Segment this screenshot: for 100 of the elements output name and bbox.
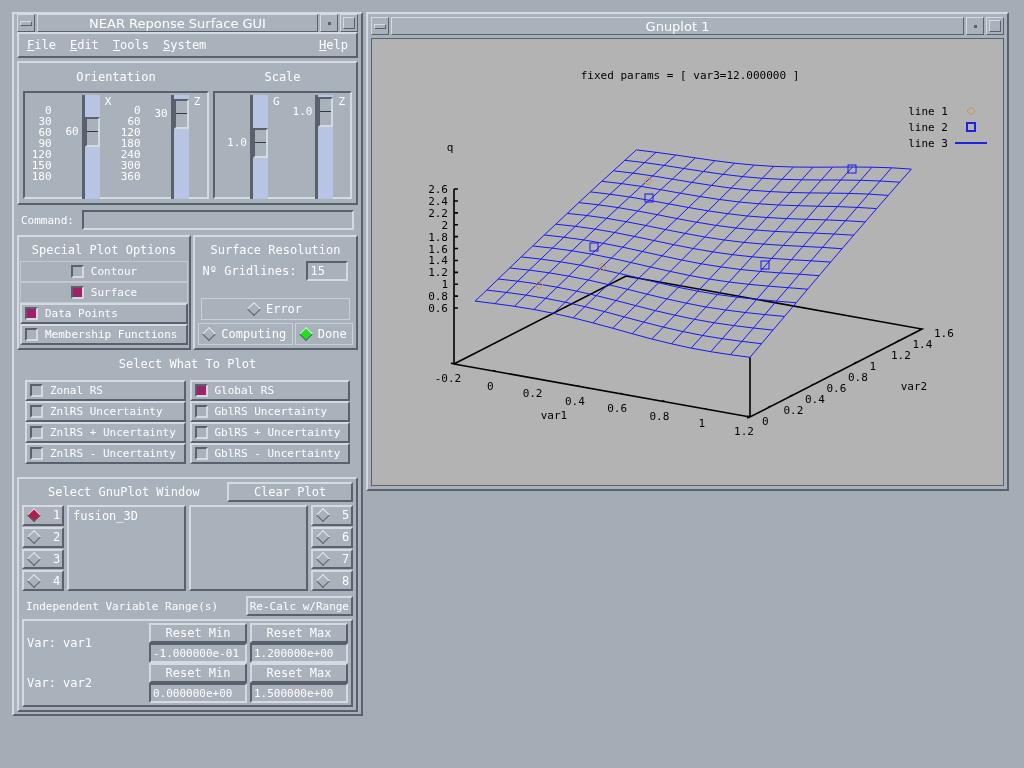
recalc-button[interactable]: Re-Calc w/Range: [245, 596, 353, 616]
legend-label: line 1: [908, 105, 948, 118]
checkbox[interactable]: [194, 426, 208, 439]
range-max-field[interactable]: 1.500000e+00: [250, 683, 348, 703]
slider-track[interactable]: [170, 95, 189, 199]
slider-track[interactable]: [81, 95, 100, 199]
chart-title: fixed params = [ var3=12.000000 ]: [580, 69, 800, 82]
legend-label: line 3: [908, 137, 948, 150]
axis-tick-label: 0.8: [649, 409, 670, 423]
checkbox-option[interactable]: GblRS + Uncertainty: [189, 422, 350, 443]
reset-max-button[interactable]: Reset Max: [250, 663, 348, 683]
list-box[interactable]: fusion_3D: [67, 505, 186, 591]
list-item[interactable]: fusion_3D: [73, 509, 139, 523]
axis-tick-label: 0: [486, 379, 494, 393]
slider-thumb[interactable]: [173, 99, 189, 130]
axis-label: var2: [900, 380, 928, 393]
axis-tick-label: 2: [441, 218, 448, 232]
variable-label: Var: var1: [27, 636, 94, 650]
checkbox-option[interactable]: Data Points: [20, 303, 188, 324]
scale-tick-label: 120: [120, 127, 141, 138]
menu-item[interactable]: System: [163, 38, 207, 52]
range-min-field[interactable]: -1.000000e-01: [149, 643, 247, 663]
slider-thumb[interactable]: [84, 117, 100, 148]
menu-item[interactable]: File: [27, 38, 56, 52]
checkbox-option[interactable]: GblRS - Uncertainty: [189, 443, 350, 464]
maximize-button[interactable]: [340, 14, 358, 32]
slider-axis-label: Z: [338, 95, 346, 108]
command-label: Command:: [21, 213, 74, 227]
menu-item[interactable]: Edit: [69, 38, 99, 52]
slider-track[interactable]: [249, 95, 268, 199]
scale-tick-label: 180: [120, 138, 141, 149]
checkbox[interactable]: [70, 265, 84, 278]
checkbox-option[interactable]: ZnlRS Uncertainty: [25, 401, 186, 422]
window-radio-button[interactable]: 2: [22, 526, 64, 548]
axis-tick-label: 0.6: [826, 382, 847, 395]
group-title: Scale: [264, 69, 301, 86]
window-radio-button[interactable]: 3: [22, 548, 64, 570]
axis-label: q: [446, 141, 454, 154]
axis-tick-label: 1.2: [891, 349, 911, 362]
menu-item[interactable]: Help: [319, 38, 348, 52]
axis-tick-label: 0.4: [805, 393, 825, 406]
checkbox[interactable]: [194, 405, 208, 418]
menu-item[interactable]: Tools: [112, 38, 149, 52]
checkbox[interactable]: [70, 286, 84, 299]
window-radio-button[interactable]: 5: [311, 505, 353, 526]
status-indicator: Computing: [198, 323, 293, 345]
scale-tick-label: 0: [134, 105, 141, 116]
slider-axis-label: Z: [193, 95, 201, 108]
maximize-button[interactable]: [986, 17, 1004, 35]
slider-axis-label: X: [104, 95, 112, 108]
minimize-button[interactable]: [320, 14, 338, 32]
axis-tick-label: 1.8: [428, 230, 448, 244]
axis-tick-label: 2.6: [428, 183, 448, 197]
checkbox-option[interactable]: Surface: [20, 282, 188, 303]
command-field[interactable]: [82, 210, 354, 230]
minimize-button[interactable]: [966, 17, 984, 35]
checkbox[interactable]: [194, 447, 208, 460]
checkbox-option[interactable]: Membership Functions: [20, 324, 188, 345]
axis-tick-label: 1.6: [428, 242, 448, 256]
slider-value: 1.0: [292, 105, 313, 119]
window-radio-button[interactable]: 1: [22, 505, 64, 526]
checkbox[interactable]: [194, 384, 208, 397]
gridlines-field[interactable]: 15: [306, 261, 349, 281]
slider-track[interactable]: [315, 95, 334, 199]
checkbox-option[interactable]: Contour: [20, 261, 188, 282]
checkbox[interactable]: [25, 307, 38, 320]
axis-tick-label: 0.4: [564, 394, 585, 408]
axis-label: var1: [540, 409, 568, 422]
window-radio-button[interactable]: 4: [22, 570, 64, 591]
axis-tick-label: 1.6: [934, 327, 954, 340]
slider-thumb[interactable]: [318, 97, 334, 128]
range-max-field[interactable]: 1.200000e+00: [250, 643, 348, 663]
checkbox[interactable]: [25, 328, 38, 341]
window-menu-button[interactable]: [371, 17, 389, 35]
window-menu-button[interactable]: [17, 14, 35, 32]
checkbox[interactable]: [30, 426, 43, 439]
checkbox-option[interactable]: Zonal RS: [25, 380, 186, 401]
axis-tick-label: 2.2: [428, 206, 448, 220]
checkbox[interactable]: [30, 447, 43, 460]
scale-tick-label: 300: [120, 160, 141, 171]
checkbox-option[interactable]: ZnlRS + Uncertainty: [25, 422, 186, 443]
section-title: Select What To Plot: [117, 356, 258, 373]
scale-tick-label: 120: [31, 149, 52, 160]
window-radio-button[interactable]: 6: [311, 526, 353, 548]
checkbox-option[interactable]: ZnlRS - Uncertainty: [25, 443, 186, 464]
range-min-field[interactable]: 0.000000e+00: [149, 683, 247, 703]
axis-tick-label: 1.4: [912, 338, 933, 351]
reset-min-button[interactable]: Reset Min: [149, 663, 247, 683]
window-radio-button[interactable]: 7: [311, 548, 353, 570]
slider-thumb[interactable]: [252, 128, 268, 159]
checkbox-option[interactable]: GblRS Uncertainty: [189, 401, 350, 422]
clear-plot-button[interactable]: Clear Plot: [227, 482, 353, 502]
checkbox[interactable]: [30, 405, 43, 418]
checkbox[interactable]: [30, 384, 43, 397]
reset-min-button[interactable]: Reset Min: [149, 623, 247, 643]
checkbox-option[interactable]: Global RS: [189, 380, 350, 401]
reset-max-button[interactable]: Reset Max: [250, 623, 348, 643]
axis-tick-label: 1.2: [428, 266, 448, 280]
window-radio-button[interactable]: 8: [311, 570, 353, 591]
list-box[interactable]: [189, 505, 308, 591]
